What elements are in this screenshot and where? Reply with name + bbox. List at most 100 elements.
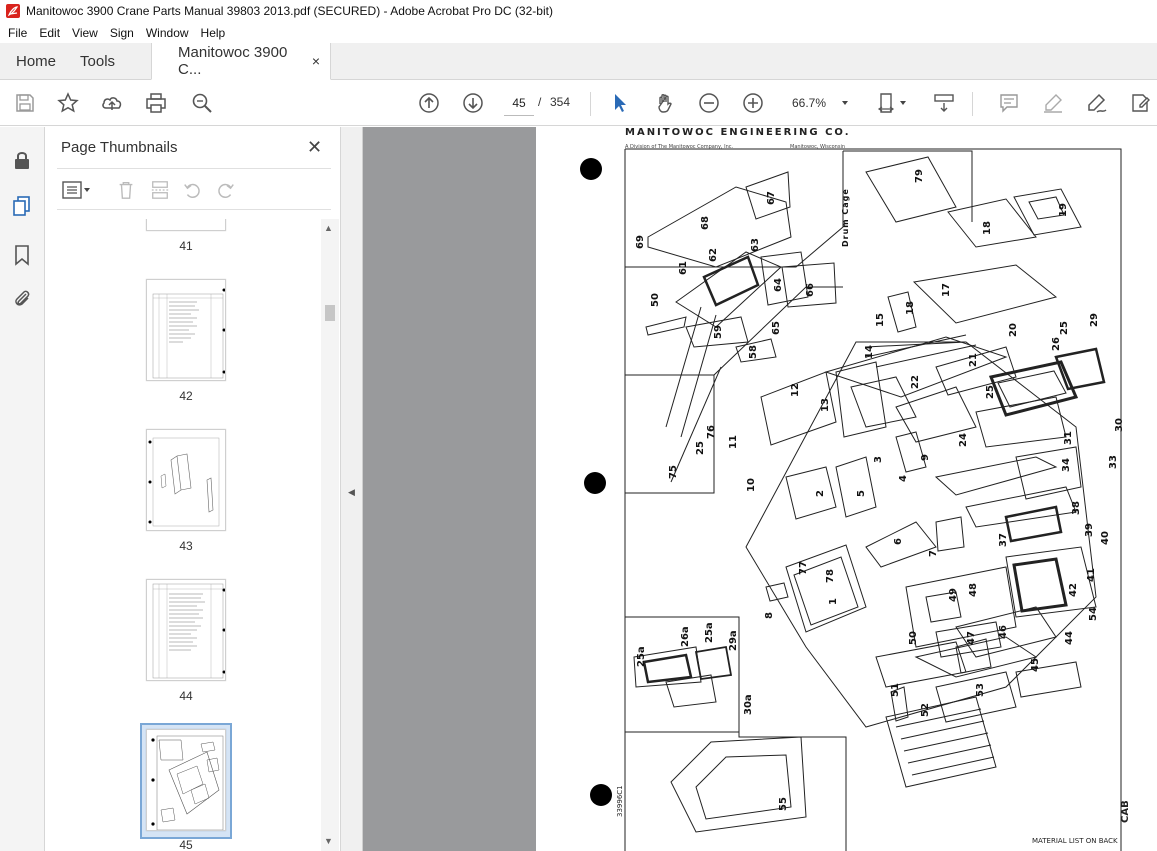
rotate-right-icon[interactable] xyxy=(215,179,237,201)
acrobat-icon xyxy=(6,4,20,18)
search-zoom-icon[interactable] xyxy=(190,91,214,115)
panel-close-icon[interactable]: ✕ xyxy=(307,137,322,158)
svg-text:53: 53 xyxy=(975,683,986,697)
tab-tools-label: Tools xyxy=(80,52,116,70)
svg-text:29: 29 xyxy=(1089,313,1100,327)
svg-text:26a: 26a xyxy=(680,626,691,647)
svg-text:26: 26 xyxy=(1051,337,1062,351)
lock-icon[interactable] xyxy=(10,148,34,172)
page-up-icon[interactable] xyxy=(417,91,441,115)
tab-tools[interactable]: Tools xyxy=(72,43,131,79)
svg-text:14: 14 xyxy=(864,345,875,359)
tab-home[interactable]: Home xyxy=(0,43,72,79)
edit-pdf-icon[interactable] xyxy=(1129,91,1153,115)
save-icon[interactable] xyxy=(13,91,37,115)
print-icon[interactable] xyxy=(144,91,168,115)
svg-text:46: 46 xyxy=(998,625,1009,639)
toolbar-divider-2 xyxy=(972,92,973,116)
svg-text:Drum Cage: Drum Cage xyxy=(841,188,850,247)
scroll-up-icon[interactable]: ▲ xyxy=(324,223,333,233)
svg-text:41: 41 xyxy=(1086,568,1097,582)
panel-toolbar xyxy=(57,168,331,210)
thumbnail-label: 42 xyxy=(179,389,193,403)
svg-text:31: 31 xyxy=(1063,431,1074,445)
thumbnail-list[interactable]: 41 42 43 44 45 xyxy=(45,219,341,851)
thumbnail-page[interactable] xyxy=(146,579,226,681)
page-down-icon[interactable] xyxy=(461,91,485,115)
svg-text:5: 5 xyxy=(856,490,867,497)
page-footer-note: MATERIAL LIST ON BACK xyxy=(1032,837,1118,845)
comment-icon[interactable] xyxy=(997,91,1021,115)
main-toolbar: / 354 66.7% xyxy=(0,80,1157,126)
svg-text:50: 50 xyxy=(650,293,661,307)
panel-collapse-handle[interactable]: ◀ xyxy=(341,127,363,851)
svg-text:61: 61 xyxy=(678,261,689,275)
svg-text:79: 79 xyxy=(914,169,925,183)
thumbnail-options-icon[interactable] xyxy=(61,179,93,201)
collapse-left-icon[interactable]: ◀ xyxy=(348,487,355,498)
highlight-icon[interactable] xyxy=(1041,91,1065,115)
hand-icon[interactable] xyxy=(653,91,677,115)
svg-text:21: 21 xyxy=(968,353,979,367)
tab-close-icon[interactable]: × xyxy=(312,53,320,69)
thumbnail-label: 43 xyxy=(179,539,193,553)
delete-page-icon[interactable] xyxy=(115,179,137,201)
zoom-select[interactable]: 66.7% xyxy=(784,90,854,116)
zoom-in-icon[interactable] xyxy=(741,91,765,115)
menu-view[interactable]: View xyxy=(66,26,104,40)
document-view[interactable]: MANITOWOC ENGINEERING CO. A Division of … xyxy=(363,127,1157,851)
svg-text:48: 48 xyxy=(968,583,979,597)
menu-edit[interactable]: Edit xyxy=(33,26,66,40)
sign-icon[interactable] xyxy=(1085,91,1109,115)
svg-text:15: 15 xyxy=(875,313,886,327)
svg-text:25a: 25a xyxy=(636,646,647,667)
page-number-input[interactable] xyxy=(504,90,534,116)
svg-text:12: 12 xyxy=(790,383,801,397)
page-drawing-number: 33996C1 xyxy=(616,785,624,817)
window-title: Manitowoc 3900 Crane Parts Manual 39803 … xyxy=(26,4,553,18)
insert-page-icon[interactable] xyxy=(149,179,171,201)
svg-text:25: 25 xyxy=(695,441,706,455)
page-thumbnails-icon[interactable] xyxy=(10,194,34,218)
svg-text:54: 54 xyxy=(1088,607,1099,621)
thumbnail-label: 44 xyxy=(179,689,193,703)
scroll-down-icon[interactable]: ▼ xyxy=(324,836,333,846)
tab-document[interactable]: Manitowoc 3900 C... × xyxy=(151,43,332,80)
menu-file[interactable]: File xyxy=(2,26,33,40)
thumbnail-page[interactable] xyxy=(146,219,226,231)
scroll-mode-icon[interactable] xyxy=(932,91,956,115)
scrollbar-thumb[interactable] xyxy=(325,305,335,321)
menu-sign[interactable]: Sign xyxy=(104,26,140,40)
svg-text:9: 9 xyxy=(920,454,931,461)
zoom-out-icon[interactable] xyxy=(697,91,721,115)
star-icon[interactable] xyxy=(56,91,80,115)
svg-text:50: 50 xyxy=(908,631,919,645)
fit-chevron-icon[interactable] xyxy=(896,91,910,115)
menu-window[interactable]: Window xyxy=(140,26,195,40)
svg-text:40: 40 xyxy=(1100,531,1111,545)
svg-text:25: 25 xyxy=(985,385,996,399)
svg-text:25: 25 xyxy=(1059,321,1070,335)
svg-text:11: 11 xyxy=(728,435,739,449)
attachment-icon[interactable] xyxy=(10,287,34,311)
svg-text:38: 38 xyxy=(1071,501,1082,515)
svg-text:37: 37 xyxy=(998,533,1009,547)
menu-help[interactable]: Help xyxy=(195,26,232,40)
thumbnail-page[interactable] xyxy=(146,279,226,381)
upload-icon[interactable] xyxy=(100,91,124,115)
thumbnail-scrollbar[interactable]: ▲ ▼ xyxy=(321,219,339,851)
rotate-left-icon[interactable] xyxy=(181,179,203,201)
svg-text:22: 22 xyxy=(910,375,921,389)
svg-text:78: 78 xyxy=(825,569,836,583)
thumbnail-page[interactable] xyxy=(146,429,226,531)
svg-text:62: 62 xyxy=(708,248,719,262)
svg-text:13: 13 xyxy=(820,398,831,412)
svg-text:25a: 25a xyxy=(704,622,715,643)
select-arrow-icon[interactable] xyxy=(608,91,632,115)
page-thumbnails-panel: Page Thumbnails ✕ 41 42 43 44 45 ▲ ▼ xyxy=(45,127,341,851)
svg-text:8: 8 xyxy=(764,612,775,619)
pdf-page: MANITOWOC ENGINEERING CO. A Division of … xyxy=(536,127,1157,851)
svg-text:75: 75 xyxy=(668,465,679,479)
bookmark-icon[interactable] xyxy=(10,243,34,267)
thumbnail-page[interactable] xyxy=(146,729,226,831)
